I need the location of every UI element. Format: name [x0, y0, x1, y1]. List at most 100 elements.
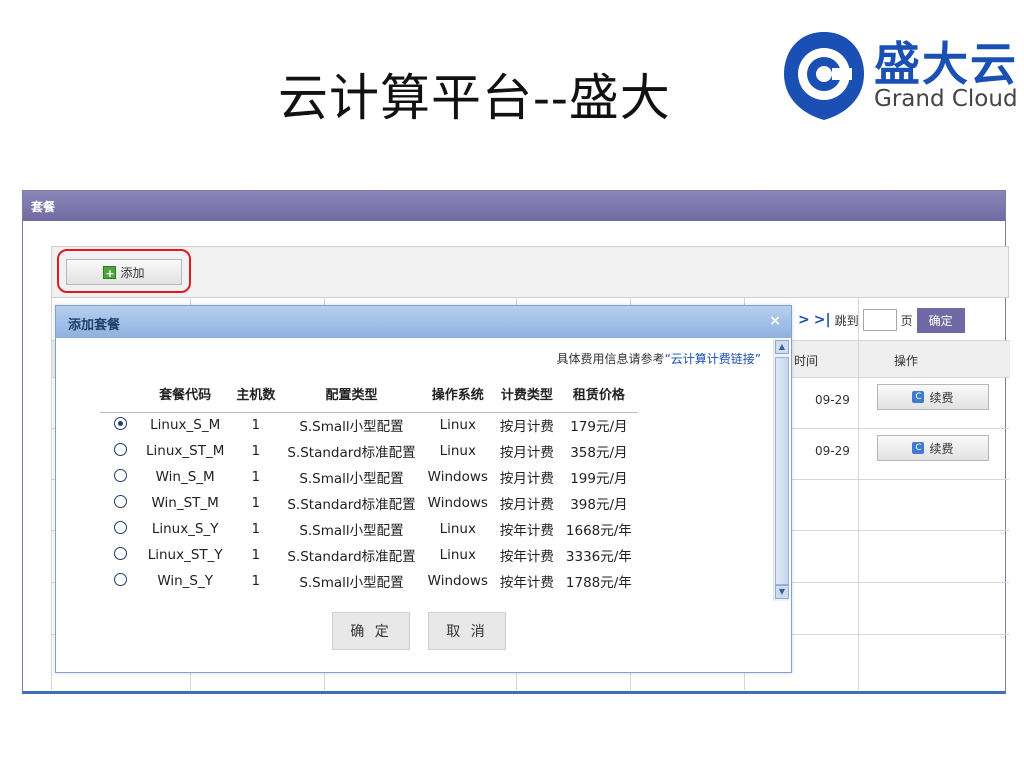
close-icon[interactable]: × [769, 313, 781, 329]
dialog-scrollbar[interactable]: ▲ ▼ [773, 339, 789, 601]
plan-price: 199元/月 [570, 471, 628, 487]
plan-billing: 按月计费 [499, 497, 554, 513]
table-row[interactable]: Win_ST_M 1 S.Standard标准配置 Windows 按月计费 3… [100, 490, 638, 516]
row-time: 09-29 [815, 444, 850, 458]
panel-title: 套餐 [23, 191, 1005, 221]
column-header: 配置类型 [281, 382, 422, 413]
plan-code: Win_S_M [155, 469, 215, 485]
plan-radio[interactable] [113, 416, 127, 430]
dialog-title: 添加套餐 [68, 318, 121, 333]
pricing-link[interactable]: “云计算计费链接” [665, 352, 761, 366]
plan-os: Windows [427, 469, 488, 485]
grid-header-action: 操作 [880, 340, 1010, 378]
page-number-input[interactable] [862, 309, 897, 331]
plan-code: Linux_S_Y [151, 521, 219, 537]
select-column-header [100, 382, 140, 413]
plan-code: Linux_ST_M [146, 443, 225, 459]
plan-billing: 按年计费 [499, 549, 554, 565]
plan-config: S.Standard标准配置 [287, 549, 416, 565]
plan-config: S.Standard标准配置 [287, 445, 416, 461]
table-row[interactable]: Win_S_Y 1 S.Small小型配置 Windows 按年计费 1788元… [100, 568, 638, 594]
renew-button[interactable]: C 续费 [877, 384, 989, 410]
plan-price: 179元/月 [570, 419, 628, 436]
plan-os: Windows [427, 573, 488, 589]
plan-config: S.Small小型配置 [299, 575, 404, 591]
last-page-icon[interactable]: >| [814, 312, 831, 328]
plan-price: 3336元/年 [565, 549, 632, 565]
table-row[interactable]: Linux_ST_M 1 S.Standard标准配置 Linux 按月计费 3… [100, 438, 638, 464]
plan-radio[interactable] [113, 442, 127, 456]
plan-price: 398元/月 [570, 497, 628, 513]
pager: > >| 跳到 页 确定 [798, 307, 965, 333]
plan-hosts: 1 [251, 573, 261, 589]
jump-label: 跳到 [834, 313, 859, 328]
plan-os: Windows [427, 495, 488, 511]
pricing-note-text: 具体费用信息请参考 [556, 352, 665, 366]
table-row[interactable]: Linux_S_Y 1 S.Small小型配置 Linux 按年计费 1668元… [100, 516, 638, 542]
plan-code: Win_ST_M [151, 495, 219, 511]
plan-price: 1668元/年 [565, 523, 632, 539]
plan-price: 1788元/年 [565, 575, 632, 591]
plus-icon: + [103, 265, 117, 280]
column-header: 操作系统 [421, 382, 494, 413]
cancel-button[interactable]: 取 消 [428, 612, 506, 650]
plan-radio[interactable] [113, 494, 127, 508]
toolbar: + 添加 [51, 246, 1009, 298]
plan-billing: 按年计费 [499, 523, 554, 539]
plan-radio[interactable] [113, 572, 127, 586]
dialog-header: 添加套餐 × [56, 306, 791, 338]
plan-radio[interactable] [113, 520, 127, 534]
column-header: 主机数 [230, 382, 282, 413]
plan-hosts: 1 [251, 495, 261, 511]
column-header: 套餐代码 [140, 382, 231, 413]
scroll-down-icon[interactable]: ▼ [775, 585, 789, 599]
plan-code: Win_S_Y [157, 573, 214, 589]
slide-title: 云计算平台--盛大 [278, 69, 671, 127]
plan-os: Linux [439, 417, 476, 434]
plan-billing: 按月计费 [499, 471, 554, 487]
plan-hosts: 1 [251, 469, 261, 485]
plan-billing: 按月计费 [499, 445, 554, 461]
row-time: 09-29 [815, 393, 850, 407]
table-row[interactable]: Linux_S_M 1 S.Small小型配置 Linux 按月计费 179元/… [100, 412, 638, 438]
grid-col-divider [858, 298, 859, 690]
package-table-header: 套餐代码 主机数 配置类型 操作系统 计费类型 租赁价格 [100, 382, 638, 413]
plan-config: S.Small小型配置 [299, 471, 404, 487]
plan-radio[interactable] [113, 546, 127, 560]
add-button[interactable]: + 添加 [66, 259, 182, 285]
page-suffix: 页 [900, 313, 913, 328]
plan-config: S.Standard标准配置 [287, 497, 416, 513]
plan-config: S.Small小型配置 [299, 523, 404, 539]
grand-cloud-logo-icon [784, 32, 864, 120]
plan-billing: 按月计费 [499, 419, 554, 436]
scrollbar-thumb[interactable] [775, 357, 789, 585]
renew-button-label: 续费 [929, 441, 954, 456]
slide: 云计算平台--盛大 盛大云 Grand Cloud 套餐 + 添加 > >| 跳… [0, 0, 1024, 768]
logo-chinese-text: 盛大云 [874, 37, 1018, 91]
plan-os: Linux [439, 547, 476, 563]
plan-radio[interactable] [113, 468, 127, 482]
column-header: 租赁价格 [559, 382, 638, 413]
plan-code: Linux_S_M [150, 417, 221, 434]
grid-header-time: 时间 [780, 340, 880, 378]
table-row[interactable]: Win_S_M 1 S.Small小型配置 Windows 按月计费 199元/… [100, 464, 638, 490]
plan-code: Linux_ST_Y [147, 547, 223, 563]
renew-button-label: 续费 [929, 390, 954, 405]
logo-english-text: Grand Cloud [874, 86, 1018, 112]
plan-os: Linux [439, 443, 476, 459]
scroll-up-icon[interactable]: ▲ [775, 340, 789, 354]
next-page-icon[interactable]: > [798, 312, 810, 328]
renew-icon: C [912, 391, 925, 403]
package-table: 套餐代码 主机数 配置类型 操作系统 计费类型 租赁价格 Linux_S_M 1… [100, 382, 638, 594]
renew-icon: C [912, 442, 925, 454]
ok-button[interactable]: 确 定 [332, 612, 410, 650]
pricing-note: 具体费用信息请参考“云计算计费链接” [557, 350, 761, 367]
table-row[interactable]: Linux_ST_Y 1 S.Standard标准配置 Linux 按年计费 3… [100, 542, 638, 568]
renew-button[interactable]: C 续费 [877, 435, 989, 461]
plan-config: S.Small小型配置 [299, 419, 404, 436]
jump-confirm-button[interactable]: 确定 [916, 307, 965, 333]
add-package-dialog: 添加套餐 × 具体费用信息请参考“云计算计费链接” 套餐代码 主机数 配置类型 … [55, 305, 792, 673]
plan-hosts: 1 [251, 521, 261, 537]
plan-hosts: 1 [251, 547, 261, 563]
grand-cloud-logo: 盛大云 Grand Cloud [778, 22, 1018, 132]
